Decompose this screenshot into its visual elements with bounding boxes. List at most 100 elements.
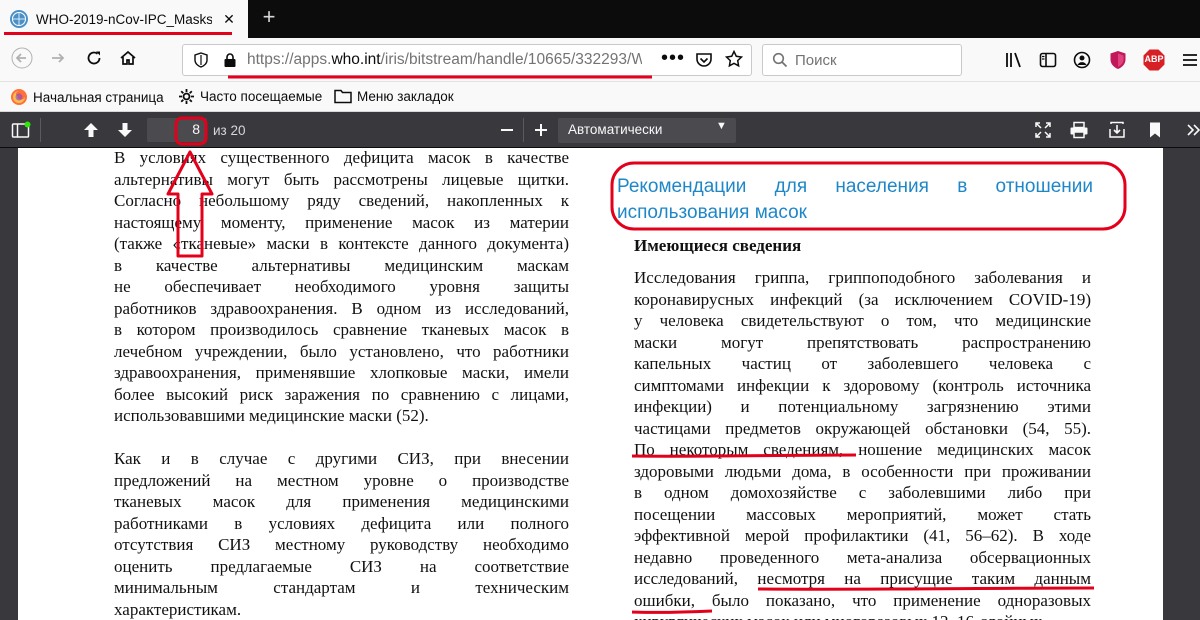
- text-line: хирургических масок или многоразовых 12–…: [634, 611, 1091, 620]
- plus-icon: [535, 124, 547, 136]
- bookmark-star-icon[interactable]: [724, 49, 744, 73]
- text-line: работников здравоохранения. В одном из и…: [114, 298, 569, 318]
- text-line: в качестве альтернативы медицинским маск…: [114, 255, 569, 275]
- text-line: предложений на местном уровне о производ…: [114, 470, 569, 490]
- text-line: оценить предлагаемые СИЗ на соответствие: [114, 556, 569, 576]
- zoom-value: Автоматически: [568, 122, 663, 137]
- tab-strip: WHO-2019-nCov-IPC_Masks-20 ✕ +: [0, 0, 1200, 38]
- url-host: who.int: [331, 51, 381, 68]
- text-line: симптомами инфекции к здоровому (контрол…: [634, 375, 1091, 395]
- search-input[interactable]: Поиск: [795, 52, 837, 69]
- zoom-select[interactable]: Автоматически: [558, 118, 736, 143]
- page-count-label: из 20: [213, 123, 246, 138]
- page-actions-icon[interactable]: •••: [661, 47, 685, 70]
- bookmark-most-visited[interactable]: Часто посещаемые: [178, 88, 322, 105]
- arrow-up-icon: [84, 123, 98, 137]
- who-favicon-icon: [10, 10, 28, 28]
- text-line: недавно проведенного мета-анализа обсерв…: [634, 547, 1091, 567]
- back-button[interactable]: [8, 44, 36, 72]
- toolbar-separator: [523, 118, 524, 142]
- text-line: работниками в условиях дефицита или полн…: [114, 513, 569, 533]
- lock-icon[interactable]: [223, 52, 237, 73]
- download-icon: [1109, 121, 1125, 138]
- sidebar-icon: [1039, 52, 1057, 68]
- text-line: Как и в случае с другими СИЗ, при внесен…: [114, 449, 569, 468]
- firefox-icon: [11, 89, 27, 105]
- adblock-plus-button[interactable]: ABP: [1140, 46, 1168, 74]
- home-button[interactable]: [114, 44, 142, 72]
- text-line: лечебном учреждении, было установлено, ч…: [114, 341, 569, 361]
- search-bar[interactable]: Поиск: [762, 44, 962, 76]
- text-line: (также «тканевые» маски в контексте данн…: [114, 234, 569, 253]
- forward-arrow-icon: [52, 53, 65, 63]
- text-line: альтернативы могут быть рассмотрены лице…: [114, 169, 569, 189]
- text-line: ошибки, было показано, что применение од…: [634, 590, 1091, 610]
- heading-line: Рекомендации для населения в отношении: [617, 176, 1093, 197]
- page-number-input[interactable]: 8: [147, 118, 207, 142]
- url-path: /iris/bitstream/handle/10665/332293/W: [380, 51, 642, 68]
- recommendations-heading: Рекомендации для населения в отношении и…: [617, 174, 1093, 226]
- close-tab-icon[interactable]: ✕: [220, 11, 238, 28]
- folder-icon: [334, 89, 352, 104]
- sidebar-button[interactable]: [1034, 46, 1062, 74]
- left-paragraph-1: В условиях существенного дефицита масок …: [114, 147, 569, 427]
- bookmark-start-page[interactable]: Начальная страница: [10, 88, 164, 106]
- gear-icon: [179, 89, 194, 104]
- text-line: настоящему моменту, применение масок из …: [114, 212, 569, 232]
- tab-who-masks[interactable]: WHO-2019-nCov-IPC_Masks-20 ✕: [0, 0, 248, 38]
- library-button[interactable]: [1000, 46, 1028, 74]
- text-line: частицами предметов окружающей обстановк…: [634, 418, 1091, 438]
- double-chevron-icon: [1187, 124, 1200, 136]
- ublock-button[interactable]: [1104, 46, 1132, 74]
- text-line: у человека свидетельствуют о том, что ме…: [634, 311, 1091, 330]
- bookmark-menu[interactable]: Меню закладок: [334, 88, 454, 104]
- ublock-shield-icon: [1110, 51, 1126, 69]
- text-line: не обеспечивает необходимого уровня защи…: [114, 277, 569, 296]
- plus-icon: +: [262, 4, 276, 29]
- bookmark-label: Часто посещаемые: [200, 89, 323, 104]
- text-line: маски могут препятствовать распространен…: [634, 332, 1091, 352]
- print-button[interactable]: [1066, 118, 1092, 142]
- toggle-sidebar-button[interactable]: [8, 118, 34, 142]
- sidebar-toggle-icon: [11, 121, 31, 138]
- text-line: минимальным стандартам и техническим: [114, 578, 569, 597]
- text-line: В условиях существенного дефицита масок …: [114, 148, 569, 167]
- new-tab-button[interactable]: +: [258, 6, 280, 30]
- shield-icon[interactable]: [193, 52, 209, 73]
- next-page-button[interactable]: [112, 118, 138, 142]
- tools-button[interactable]: [1180, 118, 1200, 142]
- presentation-mode-button[interactable]: [1030, 118, 1056, 142]
- address-bar[interactable]: https://apps.who.int/iris/bitstream/hand…: [182, 44, 752, 76]
- menu-button[interactable]: [1176, 46, 1200, 74]
- text-line: посещении массовых мероприятий, может ст…: [634, 504, 1091, 524]
- hamburger-menu-icon: [1183, 54, 1197, 66]
- zoom-in-button[interactable]: [528, 118, 554, 142]
- reload-button[interactable]: [80, 44, 108, 72]
- account-icon: [1073, 51, 1091, 69]
- adblock-label: ABP: [1144, 54, 1164, 64]
- bookmark-label: Начальная страница: [33, 89, 164, 105]
- download-button[interactable]: [1104, 118, 1130, 142]
- text-line: характеристикам.: [114, 599, 242, 619]
- forward-button[interactable]: [44, 44, 72, 72]
- zoom-out-button[interactable]: [494, 118, 520, 142]
- minus-icon: [501, 129, 513, 131]
- toolbar-separator: [40, 118, 41, 142]
- tab-title: WHO-2019-nCov-IPC_Masks-20: [36, 11, 212, 27]
- available-evidence-subheading: Имеющиеся сведения: [634, 236, 802, 255]
- viewer-scrollbar-area[interactable]: [1163, 148, 1200, 620]
- text-line: в котором производилось сравнение тканев…: [114, 320, 569, 339]
- bookmark-view-button[interactable]: [1142, 118, 1168, 142]
- text-line: отсутствия СИЗ местному руководству необ…: [114, 535, 569, 554]
- pocket-icon[interactable]: [695, 51, 713, 74]
- text-line: капельных частиц от заболевшего человека…: [634, 354, 1091, 373]
- text-line: использовавшими медицинские маски (52).: [114, 406, 429, 425]
- account-button[interactable]: [1068, 46, 1096, 74]
- text-line: Исследования гриппа, гриппоподобного заб…: [634, 268, 1091, 287]
- printer-icon: [1070, 121, 1088, 139]
- text-line: исследований, несмотря на присущие таким…: [634, 569, 1091, 588]
- previous-page-button[interactable]: [78, 118, 104, 142]
- url-text[interactable]: https://apps.who.int/iris/bitstream/hand…: [247, 51, 642, 69]
- text-line: инфекции) и потенциальному загрязнению э…: [634, 397, 1091, 416]
- text-line: Согласно небольшому ряду сведений, накоп…: [114, 191, 569, 210]
